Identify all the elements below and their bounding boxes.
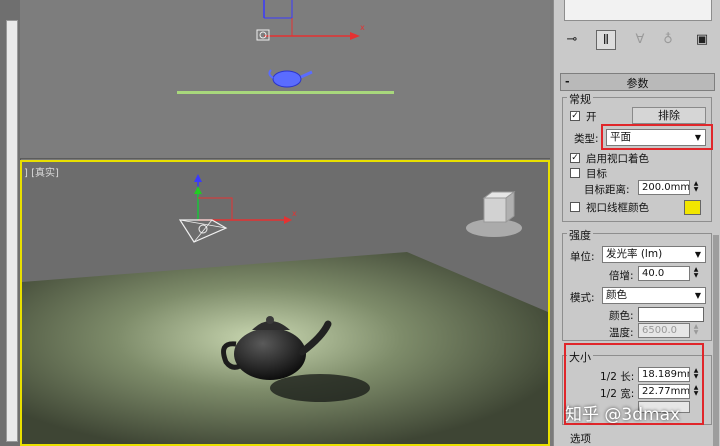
- gizmo-x-arrow: [350, 32, 360, 40]
- teapot-top-view[interactable]: [272, 70, 302, 88]
- parameters-rollout-header[interactable]: - 参数: [560, 73, 715, 91]
- type-label: 类型:: [574, 133, 599, 145]
- modifier-stack-toolbar: ⊸ Ⅱ ∀ ♁ ▣: [560, 30, 715, 50]
- top-viewport[interactable]: x: [20, 0, 550, 159]
- perspective-viewport[interactable]: ] [真实] x: [20, 160, 550, 446]
- make-unique-icon[interactable]: ∀: [630, 30, 650, 50]
- target-label: 目标: [586, 168, 607, 180]
- mode-value: 颜色: [606, 289, 627, 301]
- watermark: 知乎 @3dmax: [565, 405, 681, 425]
- plane-top-view[interactable]: [177, 91, 394, 94]
- left-toolbar-strip: [0, 0, 21, 446]
- chevron-down-icon: ▼: [694, 291, 701, 300]
- panel-scrollbar[interactable]: [713, 235, 719, 446]
- teapot-shadow: [270, 374, 370, 402]
- mode-label: 模式:: [570, 292, 595, 304]
- wireframe-color-label: 视口线框颜色: [586, 202, 649, 214]
- parameters-title: 参数: [626, 77, 649, 90]
- viewport-shading-checkbox[interactable]: ✓: [570, 153, 580, 163]
- exclude-button[interactable]: 排除: [632, 107, 706, 124]
- multiplier-spinner-arrows[interactable]: ▲ ▼: [692, 267, 700, 279]
- target-checkbox[interactable]: [570, 168, 580, 178]
- temperature-spinner-arrows[interactable]: ▲ ▼: [692, 324, 700, 336]
- color-label: 颜色:: [609, 310, 634, 322]
- light-color-swatch[interactable]: [638, 307, 704, 322]
- command-panel: ⊸ Ⅱ ∀ ♁ ▣ - 参数 常规 ✓ 开 排除 类型: 平面 ▼ ✓ 启用视口着…: [553, 0, 720, 446]
- temperature-label: 温度:: [609, 327, 634, 339]
- chevron-down-icon: ▼: [694, 250, 701, 259]
- wireframe-color-swatch[interactable]: [684, 200, 701, 215]
- target-distance-label: 目标距离:: [584, 184, 630, 196]
- remove-modifier-icon[interactable]: ♁: [658, 30, 678, 50]
- svg-text:x: x: [360, 23, 365, 32]
- svg-text:x: x: [292, 209, 297, 218]
- unit-label: 单位:: [570, 251, 595, 263]
- show-end-result-icon[interactable]: Ⅱ: [596, 30, 616, 50]
- multiplier-label: 倍增:: [609, 270, 634, 282]
- temperature-spinner[interactable]: 6500.0: [638, 323, 690, 338]
- top-viewport-scene: x: [177, 0, 394, 94]
- target-distance-spinner[interactable]: 200.0mm: [638, 180, 690, 195]
- light-on-checkbox[interactable]: ✓: [570, 111, 580, 121]
- viewport-label[interactable]: ] [真实]: [24, 164, 59, 179]
- gizmo-plane-handle: [264, 0, 293, 19]
- general-group-label: 常规: [567, 91, 593, 107]
- viewport-shading-label: 启用视口着色: [586, 153, 649, 165]
- target-distance-spinner-arrows[interactable]: ▲ ▼: [692, 181, 700, 193]
- unit-dropdown[interactable]: 发光率 (lm) ▼: [602, 246, 706, 263]
- type-highlight-box: [601, 124, 713, 150]
- viewcube[interactable]: [483, 197, 507, 223]
- options-rollout-label[interactable]: 选项: [570, 431, 591, 446]
- pin-stack-icon[interactable]: ⊸: [562, 30, 582, 50]
- configure-sets-icon[interactable]: ▣: [692, 30, 712, 50]
- modifier-list-field[interactable]: [564, 0, 712, 21]
- mode-dropdown[interactable]: 颜色 ▼: [602, 287, 706, 304]
- perspective-scene: x: [22, 174, 548, 444]
- unit-value: 发光率 (lm): [606, 248, 663, 260]
- left-scroll-bar[interactable]: [6, 20, 18, 442]
- light-on-label: 开: [586, 111, 597, 123]
- multiplier-spinner[interactable]: 40.0: [638, 266, 690, 281]
- intensity-group-label: 强度: [567, 227, 593, 243]
- wireframe-color-checkbox[interactable]: [570, 202, 580, 212]
